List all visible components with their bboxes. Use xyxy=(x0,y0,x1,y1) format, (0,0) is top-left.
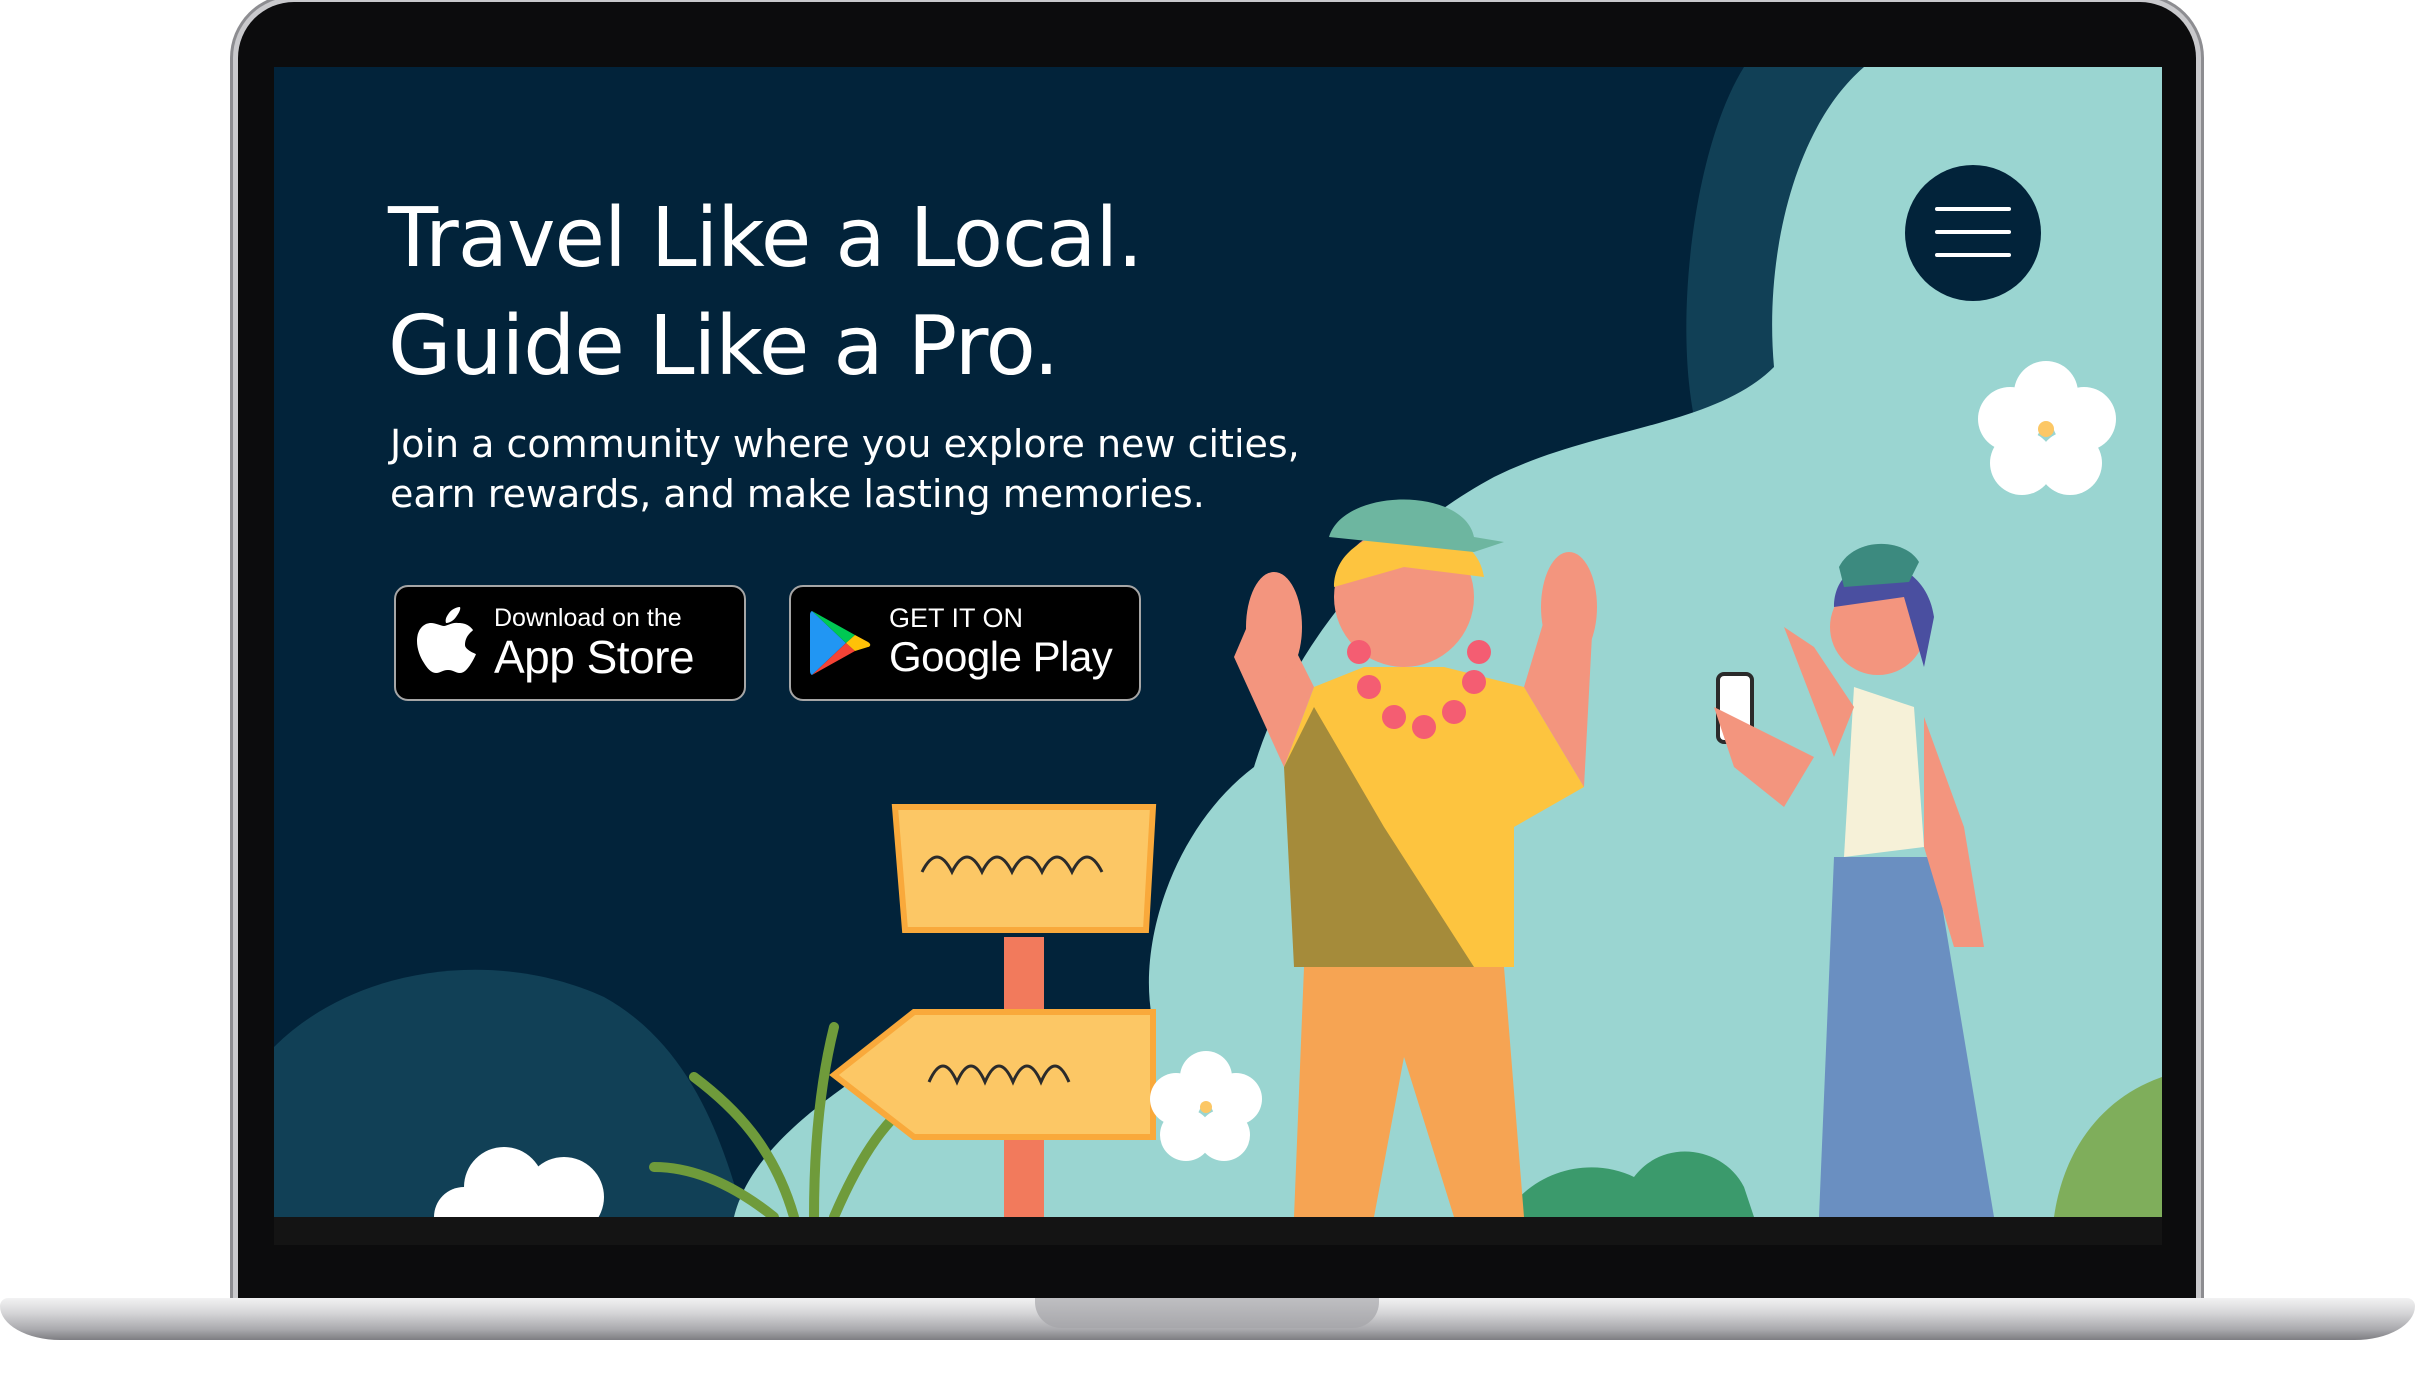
hero-title-line1: Travel Like a Local. xyxy=(388,191,1143,286)
hero-subtitle: Join a community where you explore new c… xyxy=(390,419,1390,519)
app-store-button[interactable]: Download on the App Store xyxy=(394,585,746,701)
hamburger-menu-icon xyxy=(1935,207,2011,257)
apple-icon xyxy=(410,607,482,679)
menu-button[interactable] xyxy=(1905,165,2041,301)
hero-title: Travel Like a Local. Guide Like a Pro. xyxy=(388,185,1388,401)
hero-subtitle-line1: Join a community where you explore new c… xyxy=(390,422,1300,466)
hero-subtitle-line2: earn rewards, and make lasting memories. xyxy=(390,472,1205,516)
app-store-big-label: App Store xyxy=(494,631,695,683)
laptop-mockup: Travel Like a Local. Guide Like a Pro. J… xyxy=(0,0,2415,1374)
google-play-icon xyxy=(805,609,877,677)
screen-bezel-bottom xyxy=(274,1217,2162,1245)
website-screen: Travel Like a Local. Guide Like a Pro. J… xyxy=(274,67,2162,1217)
google-play-big-label: Google Play xyxy=(889,633,1113,680)
laptop-base-notch xyxy=(1035,1298,1379,1328)
google-play-small-label: GET IT ON xyxy=(889,603,1024,633)
app-store-small-label: Download on the xyxy=(494,604,682,632)
google-play-button[interactable]: GET IT ON Google Play xyxy=(789,585,1141,701)
hero-title-line2: Guide Like a Pro. xyxy=(388,299,1059,394)
